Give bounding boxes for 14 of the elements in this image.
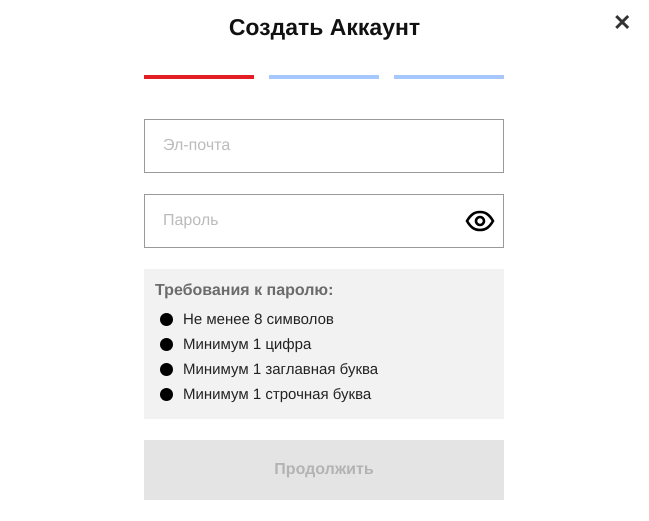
bullet-icon: [160, 388, 173, 401]
email-field[interactable]: Эл-почта: [144, 119, 504, 173]
requirement-text: Минимум 1 заглавная буква: [183, 360, 378, 380]
requirement-text: Не менее 8 символов: [183, 310, 334, 330]
password-field[interactable]: Пароль: [144, 194, 504, 248]
bullet-icon: [160, 363, 173, 376]
requirements-heading: Требования к паролю:: [155, 281, 334, 301]
bullet-icon: [160, 338, 173, 351]
close-button[interactable]: ✕: [613, 12, 631, 34]
requirement-text: Минимум 1 цифра: [183, 335, 312, 355]
eye-icon[interactable]: [465, 210, 495, 232]
requirement-text: Минимум 1 строчная буква: [183, 385, 372, 405]
dialog-title: Создать Аккаунт: [228, 12, 420, 42]
bullet-icon: [160, 313, 173, 326]
